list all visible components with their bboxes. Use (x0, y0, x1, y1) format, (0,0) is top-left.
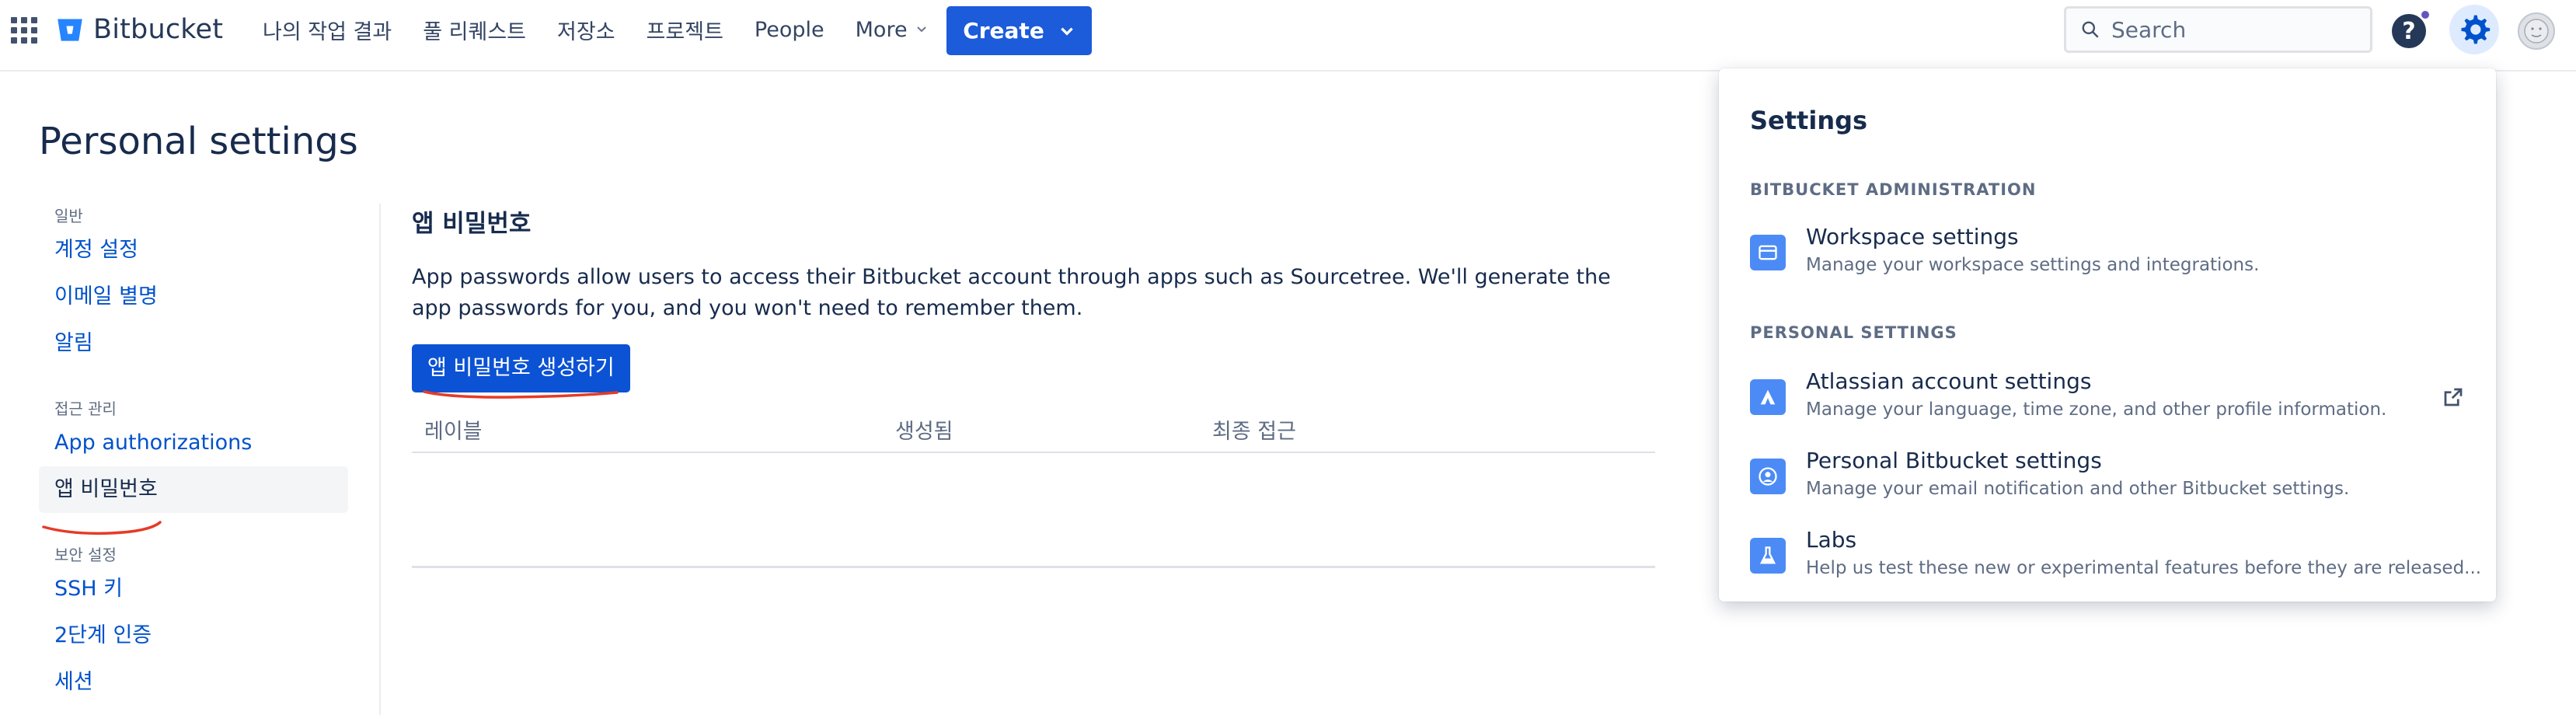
bitbucket-logo[interactable]: Bitbucket (56, 14, 223, 45)
sidebar-item-account-settings[interactable]: 계정 설정 (39, 227, 350, 274)
settings-gear-button[interactable] (2449, 5, 2499, 54)
menu-item-label: Personal Bitbucket settings (1806, 448, 2102, 473)
create-button-label: Create (963, 18, 1044, 44)
chevron-down-icon (1061, 27, 1073, 36)
user-face-icon (2524, 19, 2549, 44)
sidebar-item-sessions[interactable]: 세션 (39, 659, 350, 706)
page-title: Personal settings (39, 120, 358, 163)
app-passwords-panel: 앱 비밀번호 App passwords allow users to acce… (412, 204, 1655, 568)
search-icon (2082, 21, 2099, 38)
app-passwords-table-header: 레이블 생성됨 최종 접근 (412, 406, 1655, 453)
menu-item-labs[interactable]: Labs Help us test these new or experimen… (1750, 527, 2481, 589)
nav-more-label: More (855, 17, 908, 42)
top-navigation-bar: Bitbucket 나의 작업 결과 풀 리퀘스트 저장소 프로젝트 Peopl… (0, 0, 2576, 72)
help-button[interactable]: ? (2392, 14, 2426, 48)
brand-name: Bitbucket (93, 14, 224, 45)
nav-repositories[interactable]: 저장소 (557, 15, 615, 45)
menu-item-label: Labs (1806, 527, 1857, 553)
menu-item-description: Manage your email notification and other… (1806, 479, 2350, 499)
dropdown-title: Settings (1750, 106, 1868, 135)
nav-more[interactable]: More (856, 18, 929, 42)
chevron-down-icon (916, 26, 926, 33)
sidebar-heading-access-management: 접근 관리 (54, 399, 117, 418)
main-nav: 나의 작업 결과 풀 리퀘스트 저장소 프로젝트 People More (263, 14, 960, 45)
person-icon (1750, 459, 1786, 494)
nav-people[interactable]: People (755, 18, 824, 42)
sidebar-item-app-authorizations[interactable]: App authorizations (39, 420, 350, 466)
nav-pull-requests[interactable]: 풀 리퀘스트 (423, 15, 526, 45)
sidebar-item-app-passwords[interactable]: 앱 비밀번호 (39, 466, 348, 513)
menu-item-label: Atlassian account settings (1806, 368, 2092, 394)
search-box[interactable] (2064, 6, 2372, 53)
flask-icon (1750, 538, 1786, 574)
sidebar-heading-security: 보안 설정 (54, 546, 117, 564)
menu-item-description: Manage your language, time zone, and oth… (1806, 399, 2387, 420)
search-input[interactable] (2111, 16, 2344, 43)
sidebar-heading-general: 일반 (54, 207, 83, 225)
menu-item-personal-bitbucket-settings[interactable]: Personal Bitbucket settings Manage your … (1750, 448, 2465, 510)
gear-icon (2461, 15, 2491, 44)
create-app-password-button[interactable]: 앱 비밀번호 생성하기 (412, 344, 630, 392)
settings-dropdown: Settings BITBUCKET ADMINISTRATION Worksp… (1719, 68, 2496, 602)
menu-item-description: Manage your workspace settings and integ… (1806, 255, 2260, 275)
sidebar-divider (379, 204, 381, 715)
column-label[interactable]: 레이블 (424, 414, 483, 445)
create-button[interactable]: Create (946, 6, 1092, 55)
app-switcher-icon[interactable] (11, 17, 37, 44)
external-link-icon[interactable] (2442, 385, 2465, 409)
nav-projects[interactable]: 프로젝트 (647, 15, 723, 45)
menu-item-workspace-settings[interactable]: Workspace settings Manage your workspace… (1750, 224, 2465, 286)
settings-sidebar: 일반 계정 설정 이메일 별명 알림 접근 관리 App authorizati… (39, 204, 350, 706)
bitbucket-logo-icon (58, 19, 82, 41)
column-last-accessed[interactable]: 최종 접근 (1212, 414, 1296, 445)
nav-your-work[interactable]: 나의 작업 결과 (263, 15, 392, 45)
app-passwords-table-body (412, 453, 1655, 568)
menu-item-atlassian-account-settings[interactable]: Atlassian account settings Manage your l… (1750, 368, 2465, 431)
sidebar-item-email-aliases[interactable]: 이메일 별명 (39, 274, 350, 320)
sidebar-item-ssh-keys[interactable]: SSH 키 (39, 566, 350, 612)
atlassian-icon (1750, 379, 1786, 415)
column-created[interactable]: 생성됨 (895, 414, 953, 445)
notification-dot (2420, 9, 2431, 20)
menu-item-label: Workspace settings (1806, 224, 2019, 249)
sidebar-item-notifications[interactable]: 알림 (39, 320, 350, 367)
section-heading-personal-settings: PERSONAL SETTINGS (1750, 323, 1957, 342)
section-heading-bitbucket-administration: BITBUCKET ADMINISTRATION (1750, 180, 2037, 199)
sidebar-item-two-step-verification[interactable]: 2단계 인증 (39, 612, 350, 659)
avatar[interactable] (2518, 12, 2555, 50)
workspace-icon (1750, 235, 1786, 270)
section-description: App passwords allow users to access thei… (412, 265, 1611, 320)
section-title: 앱 비밀번호 (412, 210, 532, 238)
menu-item-description: Help us test these new or experimental f… (1806, 558, 2482, 578)
